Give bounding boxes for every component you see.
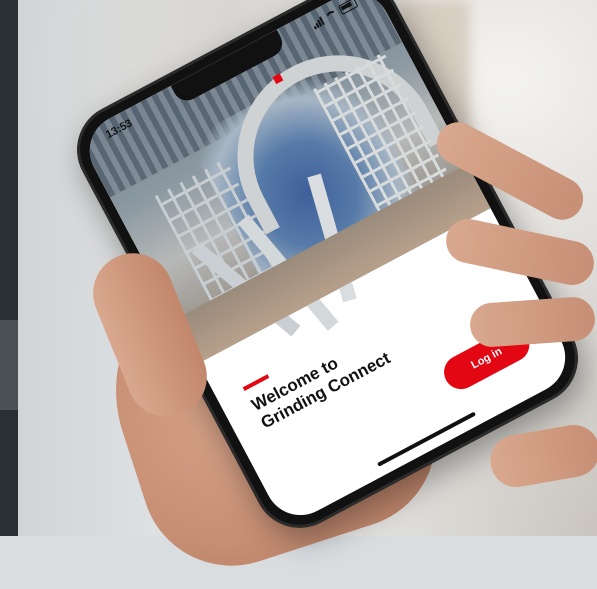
status-time: 13:53 [103,117,135,142]
signal-icon [311,15,325,30]
hand-finger [468,295,597,349]
wifi-icon [324,8,339,22]
left-photo-edge [0,0,18,536]
battery-icon [337,0,359,15]
